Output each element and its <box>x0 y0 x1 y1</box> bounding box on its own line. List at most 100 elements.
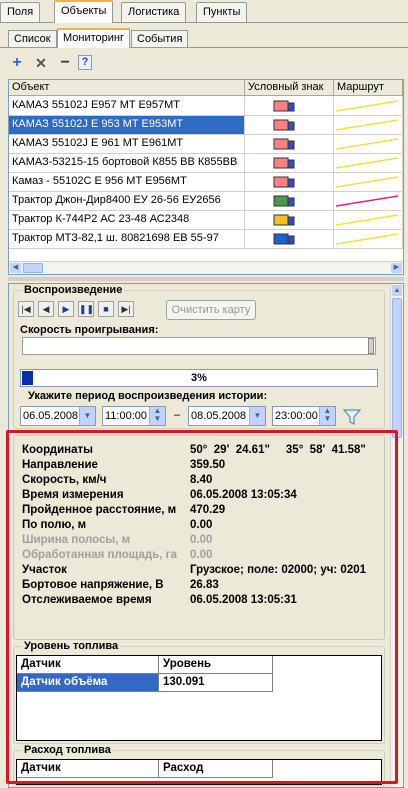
route-cell[interactable] <box>334 173 403 191</box>
object-name-cell[interactable]: Камаз - 55102С Е 956 МТ Е956МТ <box>9 173 245 191</box>
pause-icon[interactable]: ❚❚ <box>78 301 94 317</box>
route-cell[interactable] <box>334 154 403 172</box>
scroll-left-icon[interactable]: ◀ <box>10 263 21 273</box>
symbol-cell[interactable] <box>245 154 334 172</box>
chevron-down-icon[interactable]: ▼ <box>249 407 265 425</box>
tab-fields[interactable]: Поля <box>0 2 41 22</box>
time-to-spinner[interactable]: 23:00:00 ▲ ▼ <box>272 406 336 426</box>
symbol-cell[interactable] <box>245 135 334 153</box>
vehicle-icon <box>273 233 295 245</box>
route-cell[interactable] <box>334 192 403 210</box>
stop-icon[interactable]: ■ <box>98 301 114 317</box>
date-from-value: 06.05.2008 <box>23 410 79 422</box>
table-row[interactable]: КАМАЗ 55102J E957 MT E957MT <box>9 97 403 116</box>
scroll-right-icon[interactable]: ▶ <box>391 263 402 273</box>
table-row[interactable]: Трактор К-744Р2 АС 23-48 АС2348 <box>9 211 403 230</box>
speed-slider-handle[interactable] <box>368 338 374 354</box>
step-back-icon[interactable]: ◀ <box>38 301 54 317</box>
step-forward-icon[interactable]: ▶| <box>118 301 134 317</box>
spinner-icon[interactable]: ▲ ▼ <box>149 407 165 425</box>
route-line-icon <box>336 157 398 169</box>
delete-icon[interactable]: ✕ <box>32 54 50 72</box>
vehicle-icon <box>273 157 295 169</box>
time-from-value: 11:00:00 <box>105 410 148 422</box>
playback-legend: Воспроизведение <box>22 284 125 296</box>
date-to-picker[interactable]: 08.05.2008 ▼ <box>188 406 266 426</box>
symbol-cell[interactable] <box>245 173 334 191</box>
table-row[interactable]: КАМАЗ-53215-15 бортовой К855 ВВ К855ВВ <box>9 154 403 173</box>
tab-logistics[interactable]: Логистика <box>121 2 187 22</box>
speed-label: Скорость проигрывания: <box>20 324 159 336</box>
route-cell[interactable] <box>334 211 403 229</box>
route-line-icon <box>336 195 398 207</box>
scroll-up-icon[interactable]: ▲ <box>392 285 402 296</box>
vehicle-icon <box>273 214 295 226</box>
tab-events[interactable]: События <box>131 30 189 48</box>
symbol-cell[interactable] <box>245 97 334 115</box>
clear-map-button[interactable]: Очистить карту <box>166 300 256 320</box>
tab-points[interactable]: Пункты <box>196 2 248 22</box>
period-label: Укажите период воспроизведения истории: <box>28 390 268 402</box>
object-name-cell[interactable]: Трактор МТЗ-82,1 ш. 80821698 ЕВ 55-97 <box>9 230 245 248</box>
symbol-cell[interactable] <box>245 211 334 229</box>
col-header-symbol[interactable]: Условный знак <box>245 80 334 96</box>
object-name-cell[interactable]: Трактор Джон-Дир8400 ЕУ 26-56 ЕУ2656 <box>9 192 245 210</box>
tab-list[interactable]: Список <box>8 30 57 48</box>
col-header-route[interactable]: Маршрут <box>334 80 403 96</box>
spinner-icon[interactable]: ▲ ▼ <box>319 407 335 425</box>
route-line-icon <box>336 100 398 112</box>
vscroll-thumb[interactable] <box>392 298 402 438</box>
route-cell[interactable] <box>334 230 403 248</box>
play-icon[interactable]: ▶ <box>58 301 74 317</box>
minus-icon[interactable]: − <box>56 54 74 72</box>
table-row[interactable]: КАМАЗ 55102J E 961 MT E961MT <box>9 135 403 154</box>
object-name-cell[interactable]: Трактор К-744Р2 АС 23-48 АС2348 <box>9 211 245 229</box>
table-row[interactable]: Трактор МТЗ-82,1 ш. 80821698 ЕВ 55-97 <box>9 230 403 249</box>
splitter[interactable] <box>8 277 404 281</box>
table-row[interactable]: Трактор Джон-Дир8400 ЕУ 26-56 ЕУ2656 <box>9 192 403 211</box>
route-line-icon <box>336 233 398 245</box>
highlight-frame <box>6 430 398 784</box>
grid-horizontal-scrollbar[interactable]: ◀ ▶ <box>9 261 403 274</box>
hscroll-thumb[interactable] <box>23 263 43 273</box>
vehicle-icon <box>273 138 295 150</box>
route-cell[interactable] <box>334 135 403 153</box>
main-tabbar: Поля Объекты Логистика Пункты <box>0 0 408 23</box>
route-cell[interactable] <box>334 116 403 134</box>
object-name-cell[interactable]: КАМАЗ 55102J E 953 MT E953MT <box>9 116 245 134</box>
date-from-picker[interactable]: 06.05.2008 ▼ <box>20 406 96 426</box>
table-row[interactable]: Камаз - 55102С Е 956 МТ Е956МТ <box>9 173 403 192</box>
chevron-down-icon[interactable]: ▼ <box>79 407 95 425</box>
period-dash: – <box>174 409 181 421</box>
vehicle-icon <box>273 195 295 207</box>
object-name-cell[interactable]: КАМАЗ-53215-15 бортовой К855 ВВ К855ВВ <box>9 154 245 172</box>
object-name-cell[interactable]: КАМАЗ 55102J E 961 MT E961MT <box>9 135 245 153</box>
symbol-cell[interactable] <box>245 192 334 210</box>
vehicle-icon <box>273 119 295 131</box>
progress-text: 3% <box>191 372 207 384</box>
filter-icon[interactable] <box>342 407 362 427</box>
route-line-icon <box>336 119 398 131</box>
symbol-cell[interactable] <box>245 116 334 134</box>
skip-back-icon[interactable]: |◀ <box>18 301 34 317</box>
route-cell[interactable] <box>334 97 403 115</box>
table-row[interactable]: КАМАЗ 55102J E 953 MT E953MT <box>9 116 403 135</box>
time-from-spinner[interactable]: 11:00:00 ▲ ▼ <box>102 406 166 426</box>
objects-grid: Объект Условный знак Маршрут КАМАЗ 55102… <box>8 79 404 275</box>
tab-monitoring[interactable]: Мониторинг <box>57 28 131 48</box>
add-icon[interactable]: + <box>8 54 26 72</box>
route-line-icon <box>336 214 398 226</box>
help-icon[interactable]: ? <box>78 55 92 70</box>
route-line-icon <box>336 176 398 188</box>
sub-tabbar: Список Мониторинг События <box>0 26 408 48</box>
object-name-cell[interactable]: КАМАЗ 55102J E957 MT E957MT <box>9 97 245 115</box>
date-to-value: 08.05.2008 <box>191 410 247 422</box>
col-header-object[interactable]: Объект <box>9 80 245 96</box>
vehicle-icon <box>273 100 295 112</box>
tab-objects[interactable]: Объекты <box>54 0 114 23</box>
speed-slider[interactable] <box>22 337 376 355</box>
playback-group: Воспроизведение |◀ ◀ ▶ ❚❚ ■ ▶| Очистить … <box>13 284 385 429</box>
route-line-icon <box>336 138 398 150</box>
time-to-value: 23:00:00 <box>275 410 318 422</box>
symbol-cell[interactable] <box>245 230 334 248</box>
